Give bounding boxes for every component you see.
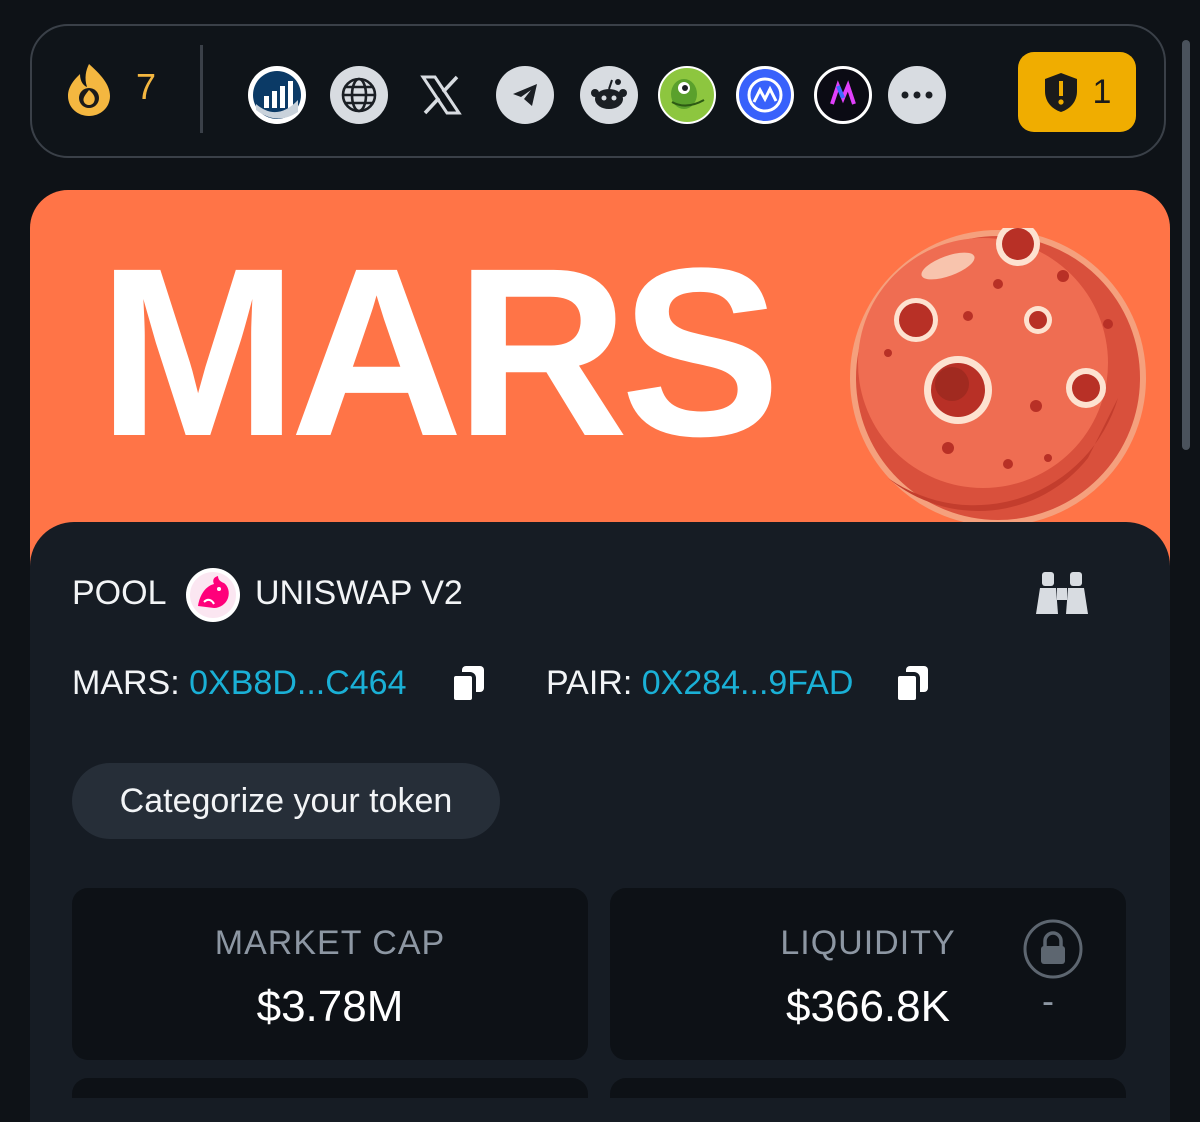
categorize-token-button[interactable]: Categorize your token — [72, 763, 500, 839]
pair-address-label: PAIR: — [546, 664, 633, 702]
copy-pair-address-icon[interactable] — [894, 664, 930, 704]
telegram-icon[interactable] — [496, 66, 554, 124]
token-address-link[interactable]: 0XB8D...C464 — [189, 664, 406, 702]
divider — [200, 45, 203, 133]
pair-address: PAIR: 0X284...9FAD — [546, 664, 853, 703]
next-stat-card — [610, 1078, 1126, 1098]
dex-name: UNISWAP V2 — [255, 574, 463, 612]
token-address: MARS: 0XB8D...C464 — [72, 664, 407, 703]
scrollbar[interactable] — [1182, 40, 1190, 450]
mars-planet-image — [850, 228, 1146, 526]
token-address-label: MARS: — [72, 664, 180, 702]
liquidity-card: LIQUIDITY $366.8K - — [610, 888, 1126, 1060]
coinmarketcap-icon[interactable] — [736, 66, 794, 124]
flame-icon[interactable] — [60, 60, 118, 118]
warning-count: 1 — [1092, 72, 1112, 111]
dextools-icon[interactable] — [248, 66, 306, 124]
copy-token-address-icon[interactable] — [450, 664, 486, 704]
market-cap-card: MARKET CAP $3.78M — [72, 888, 588, 1060]
lock-status: - — [1042, 980, 1054, 1021]
website-icon[interactable] — [330, 66, 388, 124]
banner-title: MARS — [98, 218, 781, 486]
next-stat-card — [72, 1078, 588, 1098]
audit-warning-button[interactable]: 1 — [1018, 52, 1136, 132]
more-icon[interactable] — [888, 66, 946, 124]
market-cap-title: MARKET CAP — [214, 924, 446, 962]
shield-alert-icon — [1044, 73, 1077, 112]
pool-label: POOL — [72, 574, 167, 612]
pair-address-link[interactable]: 0X284...9FAD — [642, 664, 854, 702]
moontok-icon[interactable] — [814, 66, 872, 124]
lock-icon[interactable] — [1022, 918, 1084, 980]
binoculars-icon[interactable] — [1034, 570, 1090, 616]
uniswap-icon — [186, 568, 240, 622]
x-icon[interactable] — [412, 66, 470, 124]
reddit-icon[interactable] — [580, 66, 638, 124]
coingecko-icon[interactable] — [658, 66, 716, 124]
market-cap-value: $3.78M — [256, 982, 404, 1031]
hot-count: 7 — [136, 66, 157, 107]
